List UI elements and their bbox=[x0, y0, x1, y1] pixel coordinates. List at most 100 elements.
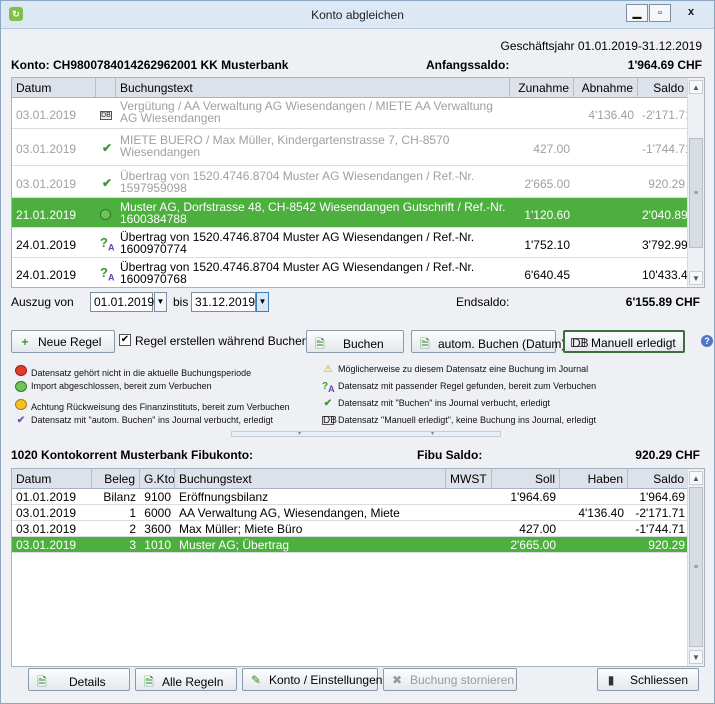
fibu-beleg: Bilanz bbox=[103, 490, 136, 504]
fibu-grid[interactable]: Datum Beleg G.Kto Buchungstext MWST Soll… bbox=[11, 468, 705, 667]
fibu-gkto: 6000 bbox=[144, 506, 171, 520]
to-date-input[interactable]: 31.12.2019 bbox=[191, 292, 256, 312]
konto-einstellungen-label: Konto / Einstellungen bbox=[269, 673, 383, 687]
col-header-datum[interactable]: Datum bbox=[12, 469, 92, 489]
bank-grid-scrollbar[interactable]: ▲ ≡ ▼ bbox=[687, 78, 704, 287]
to-date-dropdown[interactable]: ▼ bbox=[256, 292, 269, 312]
fibu-grid-scrollbar[interactable]: ▲ ≡ ▼ bbox=[687, 469, 704, 666]
row-status: ✔ bbox=[96, 138, 116, 158]
fibu-text: Max Müller; Miete Büro bbox=[179, 522, 303, 536]
check-icon: ✔ bbox=[101, 141, 113, 155]
alle-regeln-label: Alle Regeln bbox=[162, 675, 224, 689]
row-abnahme bbox=[574, 139, 638, 145]
close-button[interactable]: x bbox=[680, 4, 702, 22]
row-text: Vergütung / AA Verwaltung AG Wiesendange… bbox=[120, 99, 493, 125]
row-zunahme: 6'640.45 bbox=[524, 268, 570, 282]
bank-row[interactable]: 24.01.2019 ?A Übertrag von 1520.4746.870… bbox=[12, 258, 689, 287]
title-bar[interactable]: ↻ Konto abgleichen ▁ ▫ x bbox=[1, 1, 714, 29]
fibu-beleg: 1 bbox=[129, 506, 136, 520]
alle-regeln-button[interactable]: 🗎 Alle Regeln bbox=[135, 668, 237, 691]
minimize-button[interactable]: ▁ bbox=[626, 4, 648, 22]
row-date: 03.01.2019 bbox=[16, 177, 77, 191]
check-icon: ✔ bbox=[323, 398, 333, 409]
fibu-date: 01.01.2019 bbox=[16, 490, 77, 504]
auto-book-icon: 🗎 bbox=[420, 337, 430, 351]
fibu-haben bbox=[560, 489, 628, 493]
exit-door-icon: ▮ bbox=[607, 673, 615, 687]
col-header-gkto[interactable]: G.Kto bbox=[140, 469, 175, 489]
neue-regel-button[interactable]: + Neue Regel bbox=[11, 330, 115, 353]
row-zunahme: 427.00 bbox=[533, 142, 570, 156]
col-header-zunahme[interactable]: Zunahme bbox=[510, 78, 574, 98]
scroll-up-arrow[interactable]: ▲ bbox=[689, 80, 703, 94]
fibu-mwst bbox=[446, 505, 492, 509]
fibu-haben: 4'136.40 bbox=[578, 506, 624, 520]
legend-text: Datensatz mit passender Regel gefunden, … bbox=[338, 381, 597, 391]
col-header-soll[interactable]: Soll bbox=[492, 469, 560, 489]
row-date: 24.01.2019 bbox=[16, 238, 77, 252]
col-header-buchungstext[interactable]: Buchungstext bbox=[175, 469, 446, 489]
schliessen-button[interactable]: ▮ Schliessen bbox=[597, 668, 699, 691]
scroll-down-arrow[interactable]: ▼ bbox=[689, 650, 703, 664]
scroll-down-arrow[interactable]: ▼ bbox=[689, 271, 703, 285]
panel-splitter[interactable]: ▾ ▾ bbox=[231, 431, 501, 437]
row-date: 24.01.2019 bbox=[16, 268, 77, 282]
autom-buchen-label: autom. Buchen (Datum) bbox=[438, 337, 566, 351]
row-saldo: 920.29 bbox=[648, 177, 685, 191]
bank-row[interactable]: 03.01.2019 DB Vergütung / AA Verwaltung … bbox=[12, 98, 689, 129]
row-abnahme bbox=[574, 205, 638, 211]
col-header-status[interactable] bbox=[96, 78, 116, 98]
scroll-thumb[interactable]: ≡ bbox=[689, 138, 703, 248]
fibu-row-selected[interactable]: 03.01.2019 3 1010 Muster AG; Übertrag 2'… bbox=[12, 537, 689, 553]
legend-item: ⚠ Möglicherweise zu diesem Datensatz eine… bbox=[322, 364, 589, 375]
legend-item: DBDatensatz "Manuell erledigt", keine Bu… bbox=[322, 415, 596, 426]
bank-row[interactable]: 24.01.2019 ?A Übertrag von 1520.4746.870… bbox=[12, 228, 689, 258]
col-header-haben[interactable]: Haben bbox=[560, 469, 628, 489]
fibu-soll: 2'665.00 bbox=[510, 538, 556, 552]
regel-erstellen-checkbox[interactable]: ✔ bbox=[119, 334, 131, 346]
fibu-row[interactable]: 01.01.2019 Bilanz 9100 Eröffnungsbilanz … bbox=[12, 489, 689, 505]
buchen-button[interactable]: 🗎 Buchen bbox=[306, 330, 404, 353]
maximize-button[interactable]: ▫ bbox=[649, 4, 671, 22]
scroll-up-arrow[interactable]: ▲ bbox=[689, 471, 703, 485]
col-header-beleg[interactable]: Beleg bbox=[92, 469, 140, 489]
book-icon: 🗎 bbox=[315, 337, 325, 351]
row-saldo: -1'744.71 bbox=[642, 142, 689, 156]
endsaldo-value: 6'155.89 CHF bbox=[625, 295, 700, 309]
bank-account-title: Konto: CH9800784014262962001 KK Musterba… bbox=[11, 58, 289, 72]
scroll-thumb[interactable]: ≡ bbox=[689, 487, 703, 647]
col-header-mwst[interactable]: MWST bbox=[446, 469, 492, 489]
autom-buchen-button[interactable]: 🗎 autom. Buchen (Datum) bbox=[411, 330, 565, 353]
konto-einstellungen-button[interactable]: ✎ Konto / Einstellungen bbox=[242, 668, 382, 691]
bank-statement-grid[interactable]: Datum Buchungstext Zunahme Abnahme Saldo… bbox=[11, 77, 705, 288]
col-header-saldo[interactable]: Saldo bbox=[638, 78, 689, 98]
manuell-erledigt-label: Manuell erledigt bbox=[591, 336, 676, 350]
row-text: Übertrag von 1520.4746.8704 Muster AG Wi… bbox=[120, 230, 475, 256]
col-header-abnahme[interactable]: Abnahme bbox=[574, 78, 638, 98]
col-header-buchungstext[interactable]: Buchungstext bbox=[116, 78, 510, 98]
col-header-saldo[interactable]: Saldo bbox=[628, 469, 689, 489]
row-text: MIETE BUERO / Max Müller, Kindergartenst… bbox=[120, 133, 450, 159]
row-status: DB bbox=[96, 103, 116, 123]
details-button[interactable]: 🗎 Details bbox=[28, 668, 130, 691]
from-date-dropdown[interactable]: ▼ bbox=[154, 292, 167, 312]
fibu-row[interactable]: 03.01.2019 2 3600 Max Müller; Miete Büro… bbox=[12, 521, 689, 537]
help-icon[interactable]: ? bbox=[701, 335, 713, 347]
neue-regel-label: Neue Regel bbox=[38, 335, 102, 349]
row-zunahme: 1'120.60 bbox=[524, 208, 570, 222]
row-text: Übertrag von 1520.4746.8704 Muster AG Wi… bbox=[120, 260, 475, 286]
manuell-erledigt-button[interactable]: DB Manuell erledigt bbox=[563, 330, 685, 353]
fibu-beleg: 2 bbox=[129, 522, 136, 536]
bank-row[interactable]: 03.01.2019 ✔ Übertrag von 1520.4746.8704… bbox=[12, 166, 689, 198]
legend-item: ?A Datensatz mit passender Regel gefunden… bbox=[322, 381, 596, 394]
bank-row[interactable]: 03.01.2019 ✔ MIETE BUERO / Max Müller, K… bbox=[12, 129, 689, 166]
fibu-row[interactable]: 03.01.2019 1 6000 AA Verwaltung AG, Wies… bbox=[12, 505, 689, 521]
row-status: ?A bbox=[96, 233, 116, 253]
from-date-input[interactable]: 01.01.2019 bbox=[90, 292, 154, 312]
legend-item: Datensatz gehört nicht in die aktuelle B… bbox=[15, 364, 251, 378]
fibu-gkto: 1010 bbox=[144, 538, 171, 552]
legend-item: ✔ Datensatz mit "Buchen" ins Journal verb… bbox=[322, 398, 550, 409]
buchung-stornieren-button[interactable]: ✖ Buchung stornieren bbox=[383, 668, 517, 691]
bank-row-selected[interactable]: 21.01.2019 Muster AG, Dorfstrasse 48, CH… bbox=[12, 198, 689, 228]
col-header-datum[interactable]: Datum bbox=[12, 78, 96, 98]
